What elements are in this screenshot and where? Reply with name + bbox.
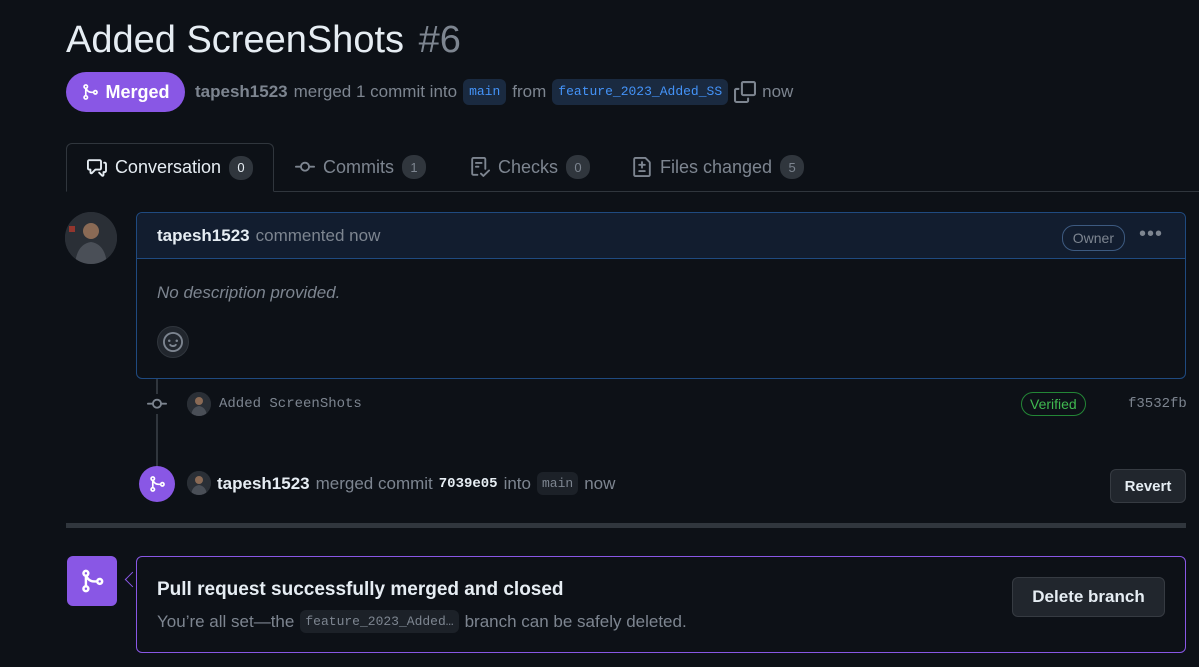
git-merge-icon: [82, 569, 104, 593]
merged-sub-prefix: You’re all set—the: [157, 611, 295, 631]
tab-conversation[interactable]: Conversation 0: [66, 143, 274, 192]
git-commit-icon: [295, 161, 315, 172]
state-label: Merged: [105, 81, 170, 102]
tab-files-changed[interactable]: Files changed 5: [632, 143, 805, 191]
comment-discussion-icon: [87, 158, 107, 177]
merged-sub-suffix: branch can be safely deleted.: [464, 611, 687, 631]
kebab-menu-icon[interactable]: •••: [1139, 223, 1163, 246]
tab-files-changed-count: 5: [780, 155, 805, 179]
smiley-icon: [163, 332, 183, 352]
pr-number: #6: [418, 19, 461, 61]
add-reaction-button[interactable]: [157, 326, 189, 358]
merge-summary-text: merged 1 commit into: [293, 82, 458, 101]
timeline-separator: [66, 523, 1186, 528]
delete-branch-button[interactable]: Delete branch: [1012, 577, 1165, 617]
comment-body: No description provided.: [157, 283, 341, 302]
owner-badge: Owner: [1061, 225, 1125, 251]
merge-event-icon: [139, 466, 175, 502]
commit-author-avatar[interactable]: [187, 392, 211, 416]
git-commit-icon: [146, 394, 168, 414]
tab-checks-count: 0: [566, 155, 591, 179]
pr-time: now: [762, 82, 794, 101]
tab-checks-label: Checks: [498, 156, 559, 177]
author-avatar[interactable]: [65, 212, 117, 264]
checklist-icon: [471, 157, 490, 177]
commit-sha-link[interactable]: f3532fb: [1128, 396, 1187, 412]
into-text: into: [503, 473, 531, 493]
copy-icon[interactable]: [734, 81, 757, 103]
commit-message-link[interactable]: Added ScreenShots: [219, 396, 362, 412]
revert-button[interactable]: Revert: [1110, 469, 1186, 503]
tab-checks[interactable]: Checks 0: [470, 143, 591, 191]
merge-time: now: [584, 473, 616, 493]
comment-author[interactable]: tapesh1523: [157, 226, 250, 246]
tab-conversation-count: 0: [229, 155, 253, 180]
merged-state-badge: Merged: [66, 72, 185, 112]
tab-commits[interactable]: Commits 1: [295, 143, 426, 191]
base-branch-link[interactable]: main: [463, 79, 507, 105]
merge-action-text: merged commit: [315, 473, 433, 493]
tab-commits-count: 1: [402, 155, 426, 179]
head-branch-link[interactable]: feature_2023_Added_SS: [552, 79, 729, 105]
git-merge-icon: [150, 476, 165, 492]
from-text: from: [512, 82, 547, 101]
merged-subtitle: You’re all set—the feature_2023_Added… b…: [157, 610, 687, 633]
file-diff-icon: [633, 157, 651, 177]
merger-link[interactable]: tapesh1523: [217, 474, 310, 494]
merged-title: Pull request successfully merged and clo…: [157, 579, 564, 600]
pr-meta: tapesh1523 merged 1 commit into main fro…: [195, 78, 793, 106]
merge-event-text: tapesh1523 merged commit 7039e05 into ma…: [217, 472, 615, 495]
merge-commit-sha-link[interactable]: 7039e05: [439, 476, 498, 492]
merge-base-branch[interactable]: main: [537, 472, 579, 495]
pr-title: Added ScreenShots #6: [66, 14, 461, 66]
merger-avatar[interactable]: [187, 471, 211, 495]
tab-files-changed-label: Files changed: [660, 156, 773, 177]
merged-status-box: Pull request successfully merged and clo…: [136, 556, 1186, 653]
git-merge-icon: [83, 84, 99, 100]
merged-status-icon: [67, 556, 117, 606]
comment-box: tapesh1523 commented now Owner ••• No de…: [136, 212, 1186, 379]
verified-badge[interactable]: Verified: [1021, 392, 1086, 416]
tab-conversation-label: Conversation: [114, 157, 221, 177]
pr-title-text: Added ScreenShots: [66, 19, 405, 61]
merged-head-branch[interactable]: feature_2023_Added…: [300, 610, 459, 633]
pr-author-link[interactable]: tapesh1523: [195, 82, 288, 102]
comment-action: commented now: [255, 225, 381, 245]
tab-commits-label: Commits: [323, 156, 394, 177]
comment-header: tapesh1523 commented now Owner •••: [137, 213, 1185, 259]
